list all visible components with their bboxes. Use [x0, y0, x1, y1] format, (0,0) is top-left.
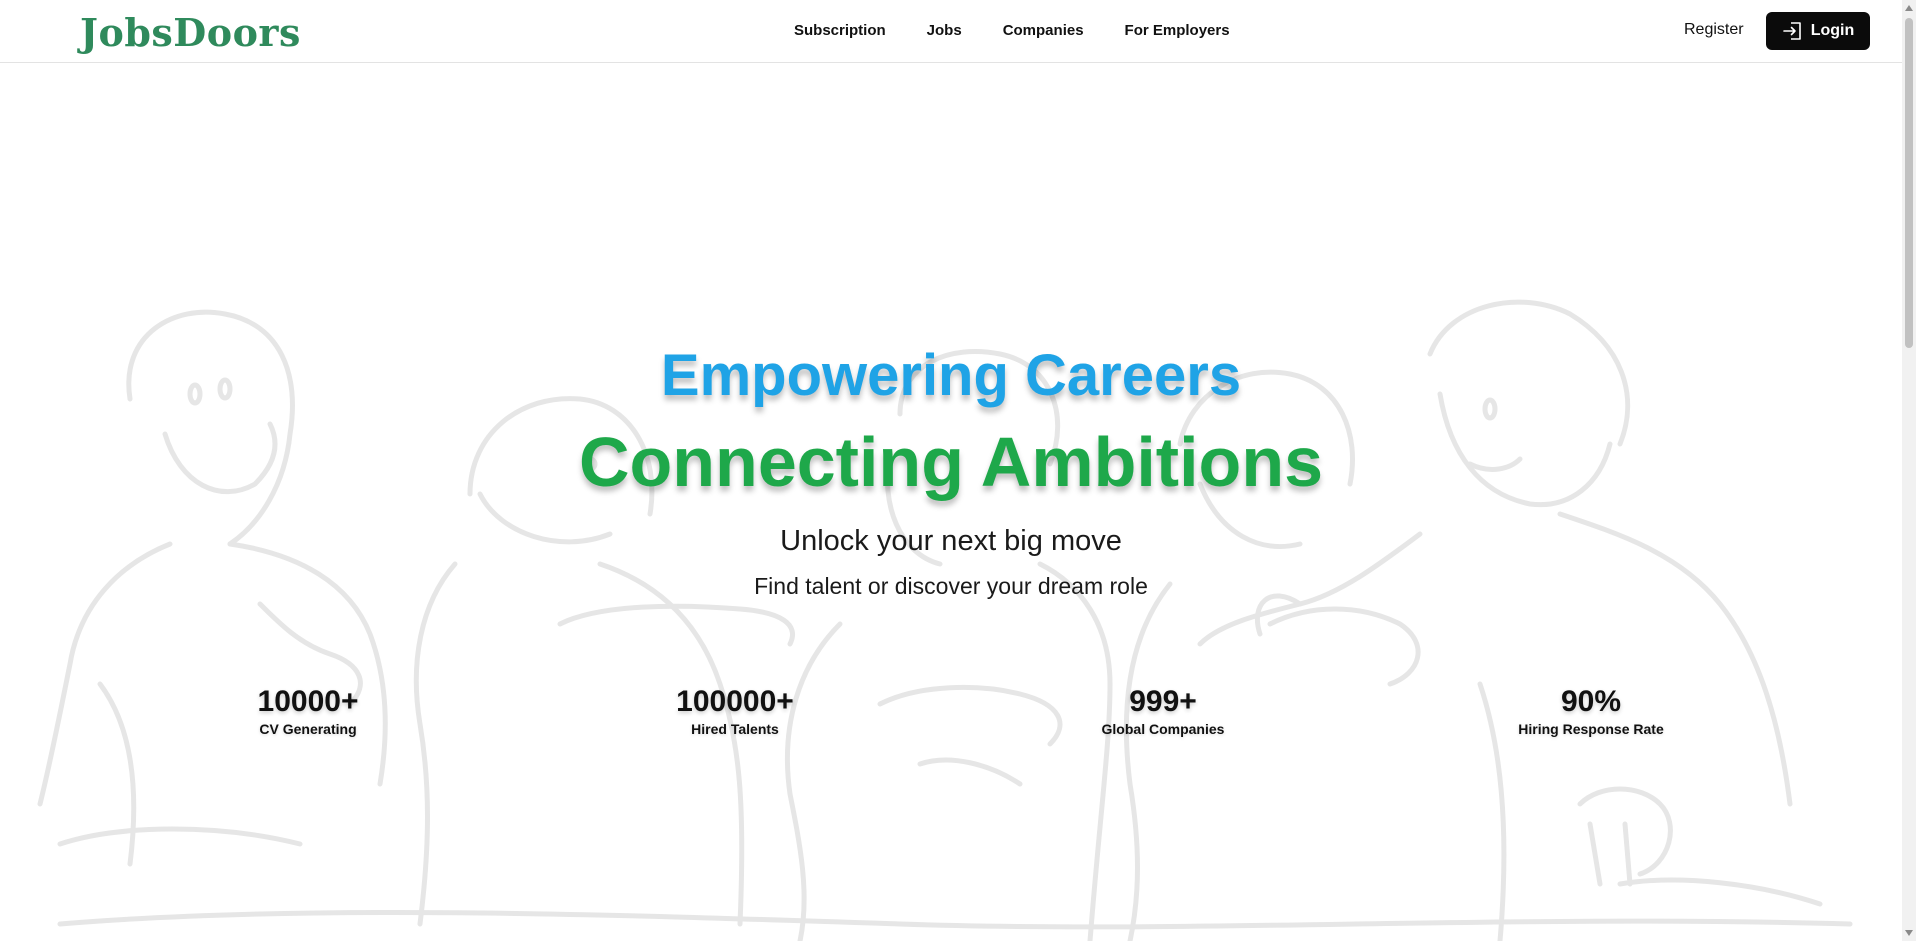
nav-link-companies[interactable]: Companies	[1003, 22, 1084, 39]
hero-section: Empowering Careers Connecting Ambitions …	[0, 64, 1902, 941]
stat-value: 10000+	[257, 685, 359, 718]
hero-headline-primary: Empowering Careers	[660, 343, 1242, 408]
stat-label: Hiring Response Rate	[1518, 721, 1664, 737]
scroll-down-arrow-icon[interactable]	[1905, 930, 1913, 936]
stat-cv-generating: 10000+ CV Generating	[178, 685, 438, 737]
nav-link-jobs[interactable]: Jobs	[927, 22, 962, 39]
nav-links: Subscription Jobs Companies For Employer…	[794, 22, 1230, 39]
logo[interactable]: JobsDoors	[80, 10, 301, 55]
nav-link-for-employers[interactable]: For Employers	[1125, 22, 1230, 39]
stat-value: 90%	[1560, 685, 1622, 718]
stat-hiring-response-rate: 90% Hiring Response Rate	[1461, 685, 1721, 737]
scroll-thumb[interactable]	[1905, 18, 1913, 348]
vertical-scrollbar[interactable]	[1902, 0, 1916, 941]
top-navbar: JobsDoors Subscription Jobs Companies Fo…	[0, 0, 1902, 63]
stat-global-companies: 999+ Global Companies	[1033, 685, 1293, 737]
login-button[interactable]: Login	[1766, 12, 1870, 50]
stat-value: 999+	[1129, 685, 1197, 718]
stat-label: CV Generating	[259, 721, 357, 737]
stat-label: Hired Talents	[691, 721, 779, 737]
login-icon	[1782, 22, 1802, 40]
stat-label: Global Companies	[1101, 721, 1225, 737]
hero-background-illustration	[37, 299, 1853, 941]
scroll-up-arrow-icon[interactable]	[1905, 5, 1913, 11]
register-link[interactable]: Register	[1684, 21, 1744, 39]
login-label: Login	[1810, 22, 1855, 39]
stat-value: 100000+	[676, 685, 794, 718]
hero-tagline: Find talent or discover your dream role	[754, 573, 1148, 599]
stat-hired-talents: 100000+ Hired Talents	[605, 685, 865, 737]
hero-subheadline: Unlock your next big move	[780, 525, 1122, 557]
hero-headline-secondary: Connecting Ambitions	[578, 423, 1324, 501]
nav-link-subscription[interactable]: Subscription	[794, 22, 886, 39]
